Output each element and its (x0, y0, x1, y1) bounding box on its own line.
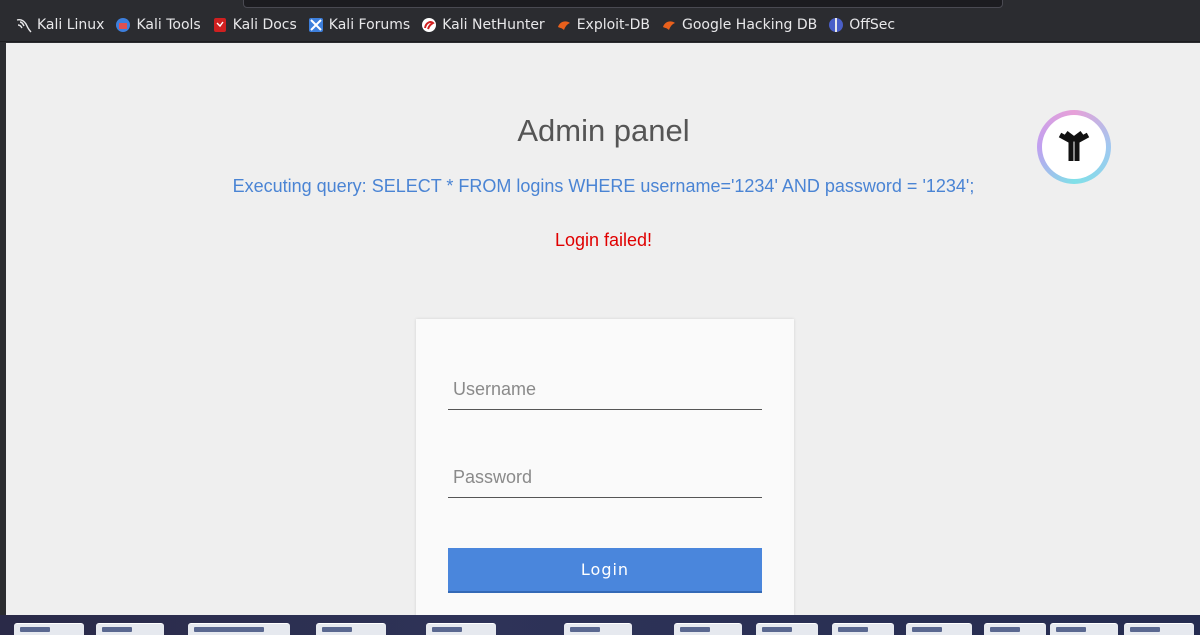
bookmark-kali-forums[interactable]: Kali Forums (308, 17, 410, 33)
url-bar[interactable] (243, 0, 1003, 8)
taskbar-item[interactable] (426, 623, 496, 635)
offsec-icon (828, 17, 844, 33)
exploit-db-icon (556, 17, 572, 33)
taskbar-item[interactable] (674, 623, 742, 635)
browser-toolbar (0, 0, 1200, 8)
taskbar-item[interactable] (1050, 623, 1118, 635)
bookmark-label: Google Hacking DB (681, 16, 818, 33)
taskbar-item[interactable] (756, 623, 818, 635)
page-viewport: Admin panel Executing query: SELECT * FR… (5, 43, 1200, 615)
bookmark-label: Kali Forums (328, 16, 411, 33)
taskbar-item[interactable] (564, 623, 632, 635)
query-message: Executing query: SELECT * FROM logins WH… (232, 176, 975, 196)
password-input[interactable] (448, 458, 762, 498)
kali-docs-icon (212, 17, 228, 33)
bookmark-label: Kali Linux (37, 16, 105, 33)
bookmark-label: OffSec (849, 16, 896, 33)
username-input[interactable] (448, 370, 762, 410)
bookmark-kali-linux[interactable]: Kali Linux (16, 17, 104, 33)
bookmark-label: Kali Tools (136, 16, 201, 33)
login-button[interactable]: Login (448, 548, 762, 593)
nethunter-icon (421, 17, 437, 33)
bookmark-exploit-db[interactable]: Exploit-DB (556, 17, 650, 33)
bookmark-google-hacking-db[interactable]: Google Hacking DB (661, 17, 817, 33)
taskbar-item[interactable] (188, 623, 290, 635)
taskbar-item[interactable] (832, 623, 894, 635)
extension-logo-icon[interactable] (1037, 110, 1111, 184)
bookmark-kali-nethunter[interactable]: Kali NetHunter (421, 16, 545, 33)
taskbar-item[interactable] (906, 623, 972, 635)
bookmark-offsec[interactable]: OffSec (828, 17, 895, 33)
taskbar (0, 615, 1200, 635)
taskbar-item[interactable] (1124, 623, 1194, 635)
kali-forums-icon (308, 17, 324, 33)
bookmark-kali-tools[interactable]: Kali Tools (115, 16, 201, 33)
bookmark-label: Kali NetHunter (442, 16, 545, 33)
kali-dragon-icon (16, 17, 32, 33)
login-card: Login (416, 319, 794, 615)
kali-tools-icon (115, 17, 131, 33)
page-title: Admin panel (517, 113, 690, 148)
bookmarks-bar: Kali Linux Kali Tools Kali Docs Kali For… (0, 8, 1200, 42)
taskbar-item[interactable] (984, 623, 1046, 635)
bookmark-label: Exploit-DB (576, 16, 650, 33)
login-error-message: Login failed! (554, 230, 653, 250)
bookmark-label: Kali Docs (232, 16, 297, 33)
ghdb-icon (661, 17, 677, 33)
bookmark-kali-docs[interactable]: Kali Docs (212, 17, 297, 33)
taskbar-item[interactable] (96, 623, 164, 635)
taskbar-item[interactable] (14, 623, 84, 635)
taskbar-item[interactable] (316, 623, 386, 635)
